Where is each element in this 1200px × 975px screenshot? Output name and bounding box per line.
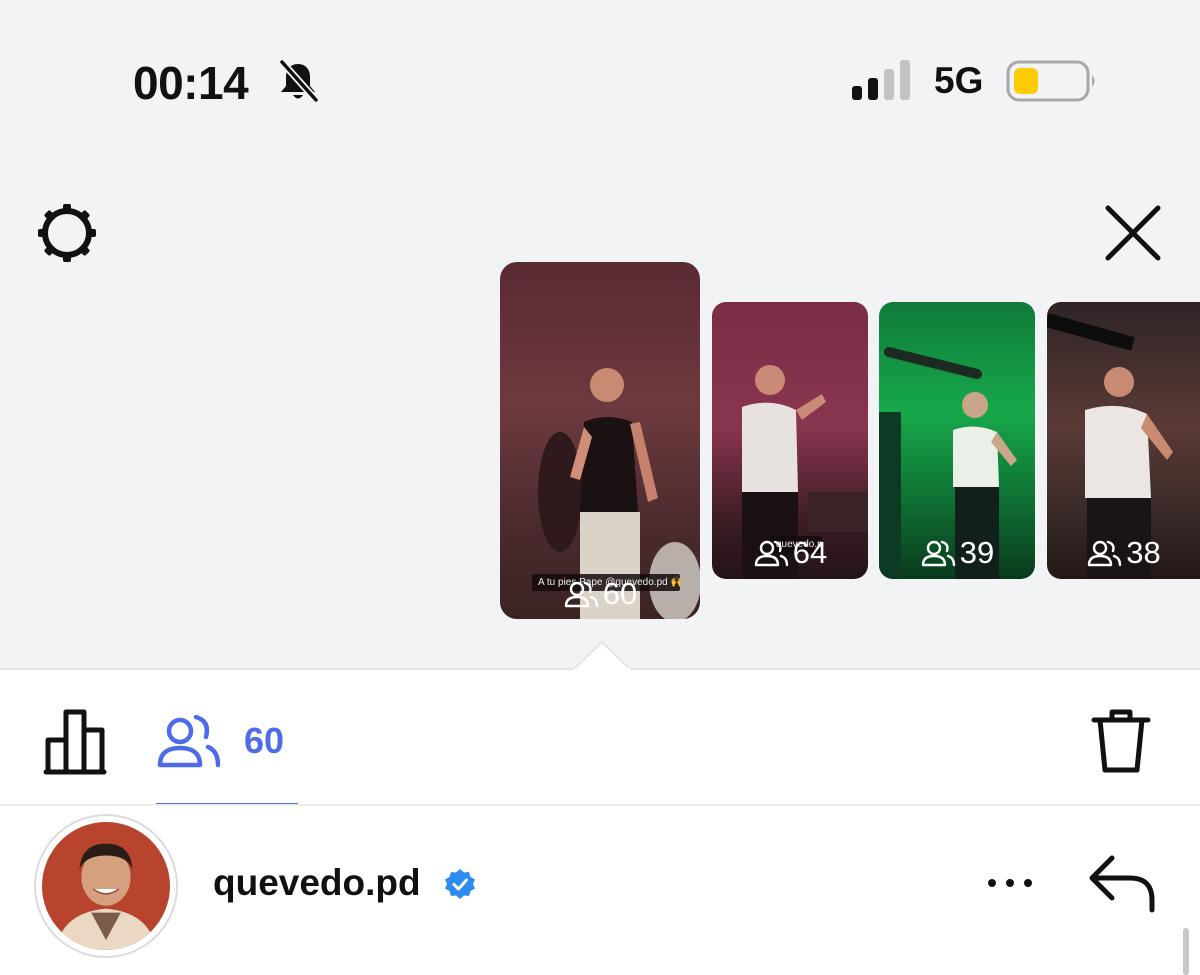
username[interactable]: quevedo.pd <box>213 862 421 904</box>
signal-icon <box>852 60 910 100</box>
viewers-count: 60 <box>244 720 285 761</box>
viewers-icon <box>921 540 955 567</box>
viewer-count-label: 64 <box>792 535 828 570</box>
viewer-count-label: 60 <box>602 576 638 611</box>
thumbnail-viewer-count: 38 <box>1047 535 1200 571</box>
viewer-row[interactable]: quevedo.pd <box>0 806 1200 975</box>
story-thumbnail-1[interactable]: A tu pies Pape @quevedo.pd 🙌😍 60 <box>500 262 700 619</box>
battery-icon <box>1006 60 1095 102</box>
scrollbar[interactable] <box>1183 928 1189 975</box>
close-icon[interactable] <box>1100 200 1166 266</box>
selection-pointer <box>574 640 630 670</box>
more-icon[interactable] <box>982 868 1038 898</box>
reply-icon[interactable] <box>1086 852 1158 914</box>
viewer-count-label: 39 <box>959 535 995 570</box>
story-image <box>538 368 700 619</box>
bell-slash-icon <box>279 59 319 103</box>
story-thumbnail-2[interactable]: quevedo.pd 64 <box>712 302 868 579</box>
insights-tab-bar: 60 <box>0 670 1200 806</box>
viewers-icon <box>1088 540 1122 567</box>
avatar-image <box>42 822 170 950</box>
network-label: 5G <box>934 60 984 101</box>
thumbnail-viewer-count: 64 <box>712 535 868 571</box>
bar-chart-icon[interactable] <box>42 706 114 776</box>
viewers-icon <box>157 714 221 768</box>
viewer-count-label: 38 <box>1126 535 1161 570</box>
status-time: 00:14 <box>133 57 249 109</box>
story-thumbnail-3[interactable]: 39 <box>879 302 1035 579</box>
avatar[interactable] <box>34 814 178 958</box>
gear-icon[interactable] <box>34 200 100 266</box>
story-thumbnail-4[interactable]: 38 <box>1047 302 1200 579</box>
trash-icon[interactable] <box>1088 706 1154 776</box>
viewers-icon <box>564 581 598 608</box>
tab-viewers[interactable]: 60 <box>156 706 298 776</box>
verified-badge-icon <box>445 869 475 899</box>
viewers-icon <box>754 540 788 567</box>
thumbnail-viewer-count: 39 <box>879 535 1035 571</box>
thumbnail-viewer-count: 60 <box>500 576 700 612</box>
